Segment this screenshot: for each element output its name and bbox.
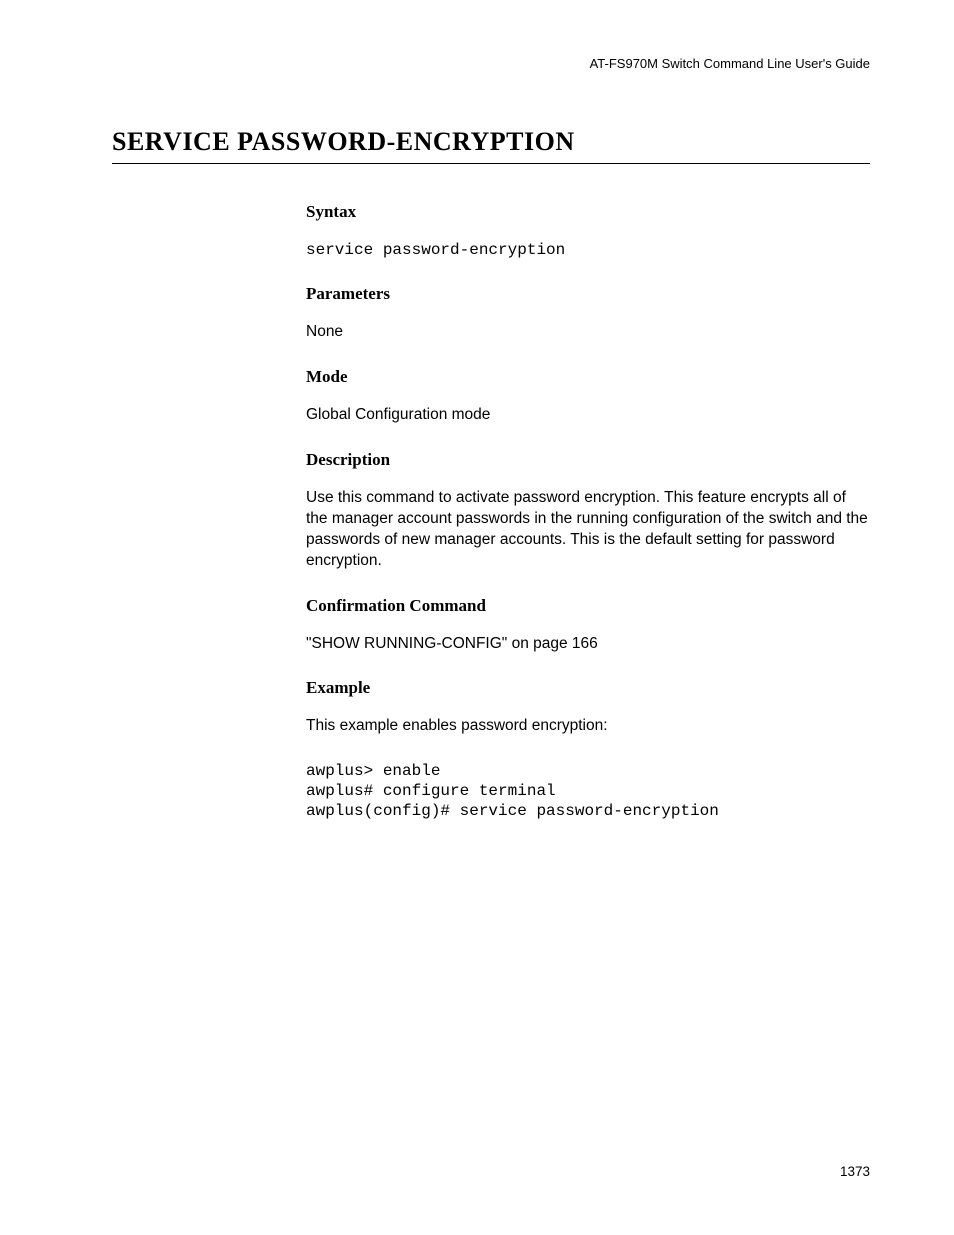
example-code: awplus> enable awplus# configure termina… bbox=[306, 761, 870, 821]
confirmation-text: "SHOW RUNNING-CONFIG" on page 166 bbox=[306, 634, 870, 655]
content-area: Syntax service password-encryption Param… bbox=[306, 202, 870, 821]
mode-heading: Mode bbox=[306, 367, 870, 387]
parameters-text: None bbox=[306, 322, 870, 343]
example-intro: This example enables password encryption… bbox=[306, 716, 870, 737]
syntax-heading: Syntax bbox=[306, 202, 870, 222]
page-title: SERVICE PASSWORD-ENCRYPTION bbox=[112, 127, 870, 164]
syntax-code: service password-encryption bbox=[306, 240, 870, 260]
example-heading: Example bbox=[306, 678, 870, 698]
document-page: AT-FS970M Switch Command Line User's Gui… bbox=[0, 0, 954, 821]
description-heading: Description bbox=[306, 450, 870, 470]
confirmation-heading: Confirmation Command bbox=[306, 596, 870, 616]
page-header: AT-FS970M Switch Command Line User's Gui… bbox=[112, 56, 870, 71]
mode-text: Global Configuration mode bbox=[306, 405, 870, 426]
page-number: 1373 bbox=[840, 1164, 870, 1179]
description-text: Use this command to activate password en… bbox=[306, 488, 870, 572]
parameters-heading: Parameters bbox=[306, 284, 870, 304]
